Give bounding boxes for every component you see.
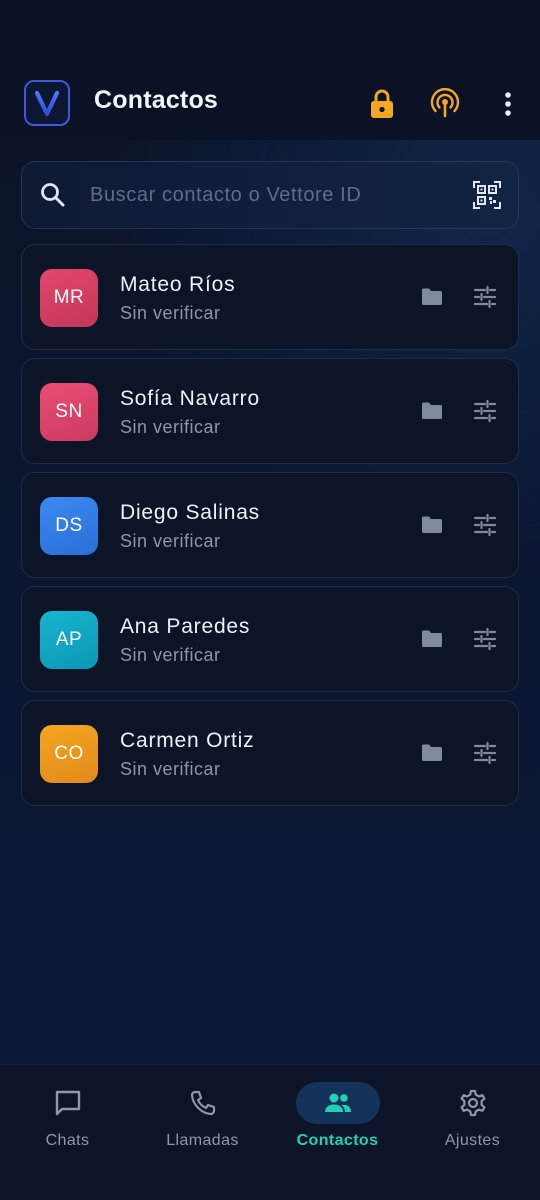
- more-vert-icon: [505, 92, 511, 116]
- contact-name: Mateo Ríos: [120, 273, 236, 296]
- avatar: AP: [40, 611, 98, 669]
- nav-label: Chats: [45, 1132, 90, 1149]
- settings-icon: [457, 1087, 489, 1119]
- chat-icon: [52, 1087, 84, 1119]
- phone-icon: [187, 1087, 219, 1119]
- contacts-icon: [322, 1087, 354, 1119]
- tune-icon[interactable]: [472, 512, 498, 538]
- folder-icon[interactable]: [420, 513, 444, 537]
- more-options-button[interactable]: [488, 84, 528, 124]
- contact-card[interactable]: AP Ana Paredes Sin verificar: [21, 586, 519, 692]
- verification-status: Sin verificar: [120, 645, 221, 665]
- folder-icon[interactable]: [420, 627, 444, 651]
- folder-icon[interactable]: [420, 285, 444, 309]
- contacts-screen: Contactos Buscar contacto o Vettore ID M…: [0, 0, 540, 1200]
- contact-name: Diego Salinas: [120, 501, 260, 524]
- nav-label: Contactos: [296, 1132, 379, 1149]
- folder-icon[interactable]: [420, 399, 444, 423]
- lock-icon: [371, 89, 393, 118]
- app-header: Contactos: [0, 0, 540, 140]
- tune-icon[interactable]: [472, 740, 498, 766]
- nav-item-chats[interactable]: Chats: [0, 1065, 135, 1200]
- logo-v-icon: [34, 90, 60, 117]
- contact-card[interactable]: MR Mateo Ríos Sin verificar: [21, 244, 519, 350]
- broadcast-button[interactable]: [425, 84, 465, 124]
- app-logo: [24, 80, 70, 126]
- contact-card[interactable]: CO Carmen Ortiz Sin verificar: [21, 700, 519, 806]
- nav-label: Llamadas: [166, 1132, 239, 1149]
- contact-name: Sofía Navarro: [120, 387, 260, 410]
- tune-icon[interactable]: [472, 626, 498, 652]
- avatar: SN: [40, 383, 98, 441]
- contact-card[interactable]: DS Diego Salinas Sin verificar: [21, 472, 519, 578]
- contact-name: Ana Paredes: [120, 615, 251, 638]
- verification-status: Sin verificar: [120, 531, 221, 551]
- tune-icon[interactable]: [472, 284, 498, 310]
- verification-status: Sin verificar: [120, 417, 221, 437]
- nav-label: Ajustes: [444, 1132, 501, 1149]
- bottom-nav: Chats Llamadas Contactos Ajustes: [0, 1064, 540, 1200]
- contact-card[interactable]: SN Sofía Navarro Sin verificar: [21, 358, 519, 464]
- verification-status: Sin verificar: [120, 303, 221, 323]
- search-icon: [41, 183, 65, 207]
- qr-scan-icon[interactable]: [472, 180, 502, 210]
- broadcast-icon: [430, 88, 460, 118]
- folder-icon[interactable]: [420, 741, 444, 765]
- page-title: Contactos: [94, 86, 219, 114]
- avatar: CO: [40, 725, 98, 783]
- nav-item-contactos[interactable]: Contactos: [270, 1065, 405, 1200]
- search-input[interactable]: Buscar contacto o Vettore ID: [90, 184, 361, 207]
- verification-status: Sin verificar: [120, 759, 221, 779]
- tune-icon[interactable]: [472, 398, 498, 424]
- lock-button[interactable]: [362, 84, 402, 124]
- avatar: MR: [40, 269, 98, 327]
- nav-item-ajustes[interactable]: Ajustes: [405, 1065, 540, 1200]
- nav-item-llamadas[interactable]: Llamadas: [135, 1065, 270, 1200]
- search-bar[interactable]: Buscar contacto o Vettore ID: [21, 161, 519, 229]
- contact-name: Carmen Ortiz: [120, 729, 255, 752]
- avatar: DS: [40, 497, 98, 555]
